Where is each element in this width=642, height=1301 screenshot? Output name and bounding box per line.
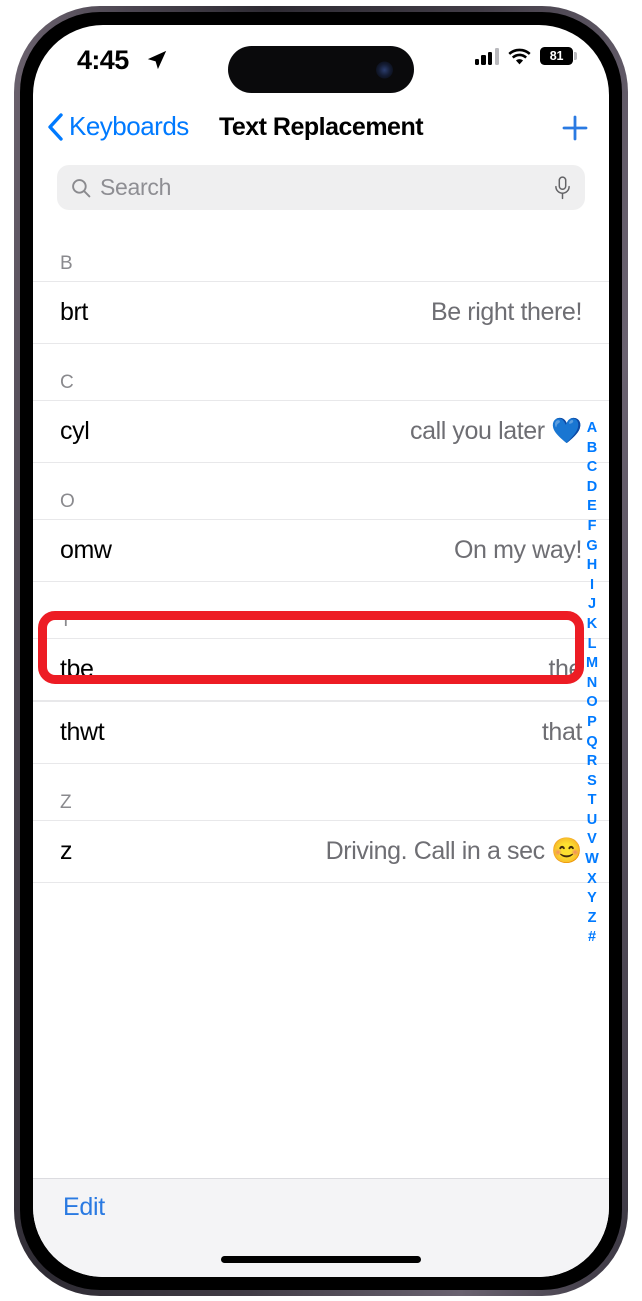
search-icon xyxy=(72,178,91,197)
location-arrow-icon xyxy=(147,50,167,70)
home-indicator[interactable] xyxy=(221,1256,421,1263)
alphabet-index-letter[interactable]: H xyxy=(587,556,597,576)
alphabet-index-letter[interactable]: F xyxy=(588,517,597,537)
row-shortcut: z xyxy=(60,837,73,865)
row-phrase: Be right there! xyxy=(430,298,582,326)
table-row[interactable]: omw On my way! xyxy=(33,519,609,582)
alphabet-index-letter[interactable]: K xyxy=(587,615,597,635)
search-input[interactable] xyxy=(100,174,554,201)
section-header: Z xyxy=(60,792,72,813)
row-shortcut: brt xyxy=(60,298,88,326)
row-shortcut: tbe xyxy=(60,655,94,683)
alphabet-index-letter[interactable]: E xyxy=(587,497,597,517)
alphabet-index-letter[interactable]: P xyxy=(587,713,597,733)
section-header: B xyxy=(60,253,73,274)
alphabet-index-letter[interactable]: Y xyxy=(587,889,597,909)
row-phrase: that xyxy=(541,718,583,746)
dynamic-island[interactable] xyxy=(228,46,414,93)
alphabet-index-letter[interactable]: Z xyxy=(588,909,597,929)
table-row[interactable]: brt Be right there! xyxy=(33,281,609,344)
text-replacement-list[interactable]: Bbrt Be right there! Ccyl call you later 💙 O… xyxy=(33,225,609,1147)
add-button[interactable] xyxy=(555,108,595,148)
row-phrase: Driving. Call in a sec 😊 xyxy=(325,837,583,865)
alphabet-index-letter[interactable]: N xyxy=(587,674,597,694)
status-time: 4:45 xyxy=(77,45,129,75)
section-header: C xyxy=(60,372,74,393)
table-row[interactable]: thwt that xyxy=(33,701,609,764)
row-shortcut: thwt xyxy=(60,718,105,746)
alphabet-index-letter[interactable]: B xyxy=(587,439,597,459)
section-header: O xyxy=(60,491,75,512)
alphabet-index-letter[interactable]: # xyxy=(588,928,596,948)
alphabet-index-letter[interactable]: R xyxy=(587,752,597,772)
alphabet-index-letter[interactable]: V xyxy=(587,830,597,850)
battery-icon: 81 xyxy=(540,47,577,65)
alphabet-index-letter[interactable]: S xyxy=(587,772,597,792)
battery-level-text: 81 xyxy=(549,49,564,63)
alphabet-index-letter[interactable]: I xyxy=(590,576,594,596)
alphabet-index-letter[interactable]: G xyxy=(586,537,597,557)
edit-button[interactable]: Edit xyxy=(63,1193,105,1222)
page-title: Text Replacement xyxy=(218,113,424,141)
table-row[interactable]: tbe the xyxy=(33,638,609,701)
front-camera-icon xyxy=(376,61,393,78)
row-shortcut: cyl xyxy=(60,417,90,445)
alphabet-index-letter[interactable]: M xyxy=(586,654,598,674)
alphabet-index[interactable]: A B C D E F G H I J K L M N O P Q R S T U V W X Y Z # xyxy=(579,419,605,948)
microphone-icon[interactable] xyxy=(554,175,571,200)
section-header: T xyxy=(60,610,72,631)
alphabet-index-letter[interactable]: W xyxy=(585,850,599,870)
alphabet-index-letter[interactable]: T xyxy=(588,791,597,811)
alphabet-index-letter[interactable]: L xyxy=(588,635,597,655)
alphabet-index-letter[interactable]: C xyxy=(587,458,597,478)
cellular-signal-icon xyxy=(474,48,499,65)
search-bar[interactable] xyxy=(57,165,585,210)
wifi-icon xyxy=(508,48,531,64)
table-row[interactable]: z Driving. Call in a sec 😊 xyxy=(33,820,609,883)
table-row[interactable]: cyl call you later 💙 xyxy=(33,400,609,463)
alphabet-index-letter[interactable]: Q xyxy=(586,733,597,753)
alphabet-index-letter[interactable]: X xyxy=(587,870,597,890)
alphabet-index-letter[interactable]: J xyxy=(588,595,596,615)
alphabet-index-letter[interactable]: U xyxy=(587,811,597,831)
alphabet-index-letter[interactable]: A xyxy=(587,419,597,439)
alphabet-index-letter[interactable]: D xyxy=(587,478,597,498)
phone-screen: 4:45 81 Keyboards Text Replacement Searc… xyxy=(33,25,609,1277)
row-shortcut: omw xyxy=(60,536,112,564)
row-phrase: On my way! xyxy=(454,536,582,564)
battery-tip xyxy=(574,52,577,60)
row-phrase: the xyxy=(548,655,582,683)
navigation-bar: Keyboards Text Replacement xyxy=(33,107,609,159)
alphabet-index-letter[interactable]: O xyxy=(586,693,597,713)
row-phrase: call you later 💙 xyxy=(409,417,582,445)
status-indicators: 81 xyxy=(474,47,577,65)
